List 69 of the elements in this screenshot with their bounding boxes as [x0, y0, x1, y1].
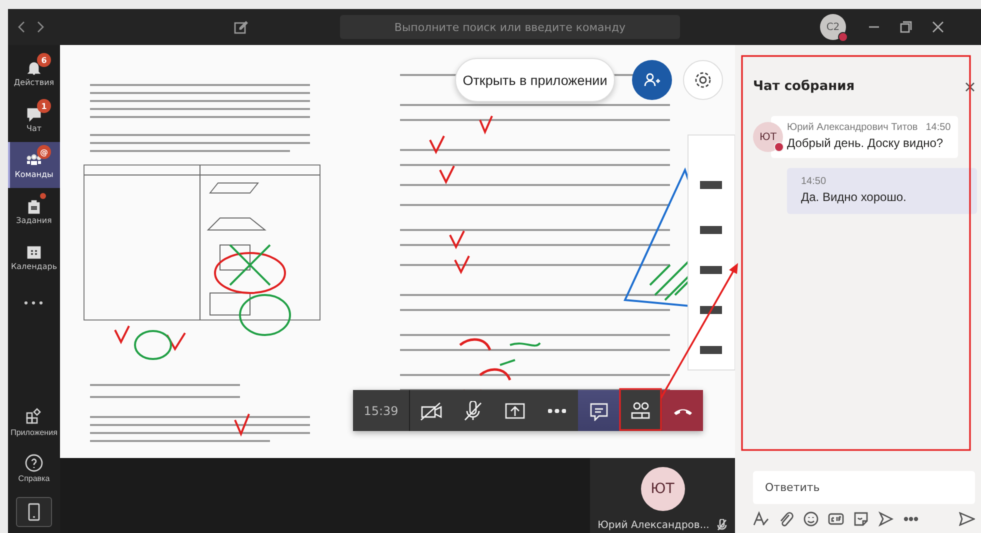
notification-badge: 6	[37, 53, 51, 67]
participant-avatar: ЮТ	[640, 467, 684, 511]
app-bar-item[interactable]: Календарь	[8, 234, 60, 280]
backpack-icon	[26, 198, 42, 214]
help-icon	[25, 454, 43, 472]
call-duration: 15:39	[353, 390, 410, 431]
chat-button[interactable]	[578, 390, 620, 431]
hang-up-button[interactable]	[662, 390, 703, 431]
phone-icon	[674, 406, 692, 414]
message-text: Да. Видно хорошо.	[801, 190, 906, 204]
restore-icon[interactable]	[900, 21, 912, 33]
attach-button[interactable]	[778, 511, 794, 527]
more-icon	[548, 408, 566, 412]
annotation-frame	[619, 388, 662, 431]
paperclip-icon	[778, 511, 794, 527]
emoji-button[interactable]	[803, 511, 819, 527]
calendar-icon	[26, 244, 42, 260]
message-time: 14:50	[801, 176, 826, 187]
bell-icon	[26, 60, 42, 76]
reply-field[interactable]: Ответить	[753, 471, 975, 504]
more-apps-button[interactable]: •••	[8, 280, 60, 326]
person-add-icon	[643, 71, 661, 89]
people-icon	[26, 152, 42, 168]
meet-now-button[interactable]	[878, 511, 894, 527]
sticker-button[interactable]	[853, 511, 869, 527]
sender-avatar: ЮТ	[753, 122, 783, 152]
format-icon	[753, 511, 769, 527]
presence-dot	[774, 142, 784, 152]
sticker-icon	[853, 511, 869, 527]
send-arrow-icon	[878, 511, 894, 527]
settings-icon	[694, 71, 712, 89]
message-author: Юрий Александрович Титов	[787, 122, 918, 133]
panel-title: Чат собрания	[753, 79, 855, 94]
message-time: 14:50	[926, 122, 951, 133]
format-button[interactable]	[753, 511, 769, 527]
back-icon[interactable]	[18, 21, 26, 33]
presence-dot	[838, 32, 848, 42]
forward-icon[interactable]	[36, 21, 44, 33]
gif-button[interactable]	[828, 511, 844, 527]
close-icon	[965, 82, 975, 92]
notification-badge: @	[37, 145, 51, 159]
apps-icon	[25, 408, 43, 426]
app-bar-item[interactable]: Действия 6	[8, 50, 60, 96]
app-bar-item[interactable]: Справка	[8, 445, 60, 491]
app-bar-item[interactable]: Команды @	[8, 142, 60, 188]
search-field[interactable]: Выполните поиск или введите команду	[340, 15, 680, 39]
device-button[interactable]	[16, 497, 52, 527]
emoji-icon	[803, 511, 819, 527]
gif-icon	[828, 511, 844, 527]
app-bar-item[interactable]: Чат 1	[8, 96, 60, 142]
share-screen-icon	[504, 400, 526, 420]
chat-icon	[26, 106, 42, 122]
app-bar-item[interactable]: Приложения	[8, 399, 60, 445]
close-button[interactable]	[965, 82, 975, 92]
notification-badge: 1	[37, 99, 51, 113]
people-icon	[630, 400, 652, 420]
participant-name: Юрий Александров...	[598, 520, 710, 530]
app-bar-item[interactable]: Задания	[8, 188, 60, 234]
close-icon[interactable]	[932, 21, 944, 33]
send-icon	[959, 512, 975, 526]
mic-off-icon	[462, 400, 484, 420]
phone-icon	[26, 503, 42, 521]
user-avatar[interactable]: C2	[820, 14, 846, 40]
chat-icon	[588, 400, 610, 420]
compose-icon[interactable]	[234, 20, 248, 34]
open-in-app-button[interactable]: Открыть в приложении	[455, 58, 615, 102]
camera-off-icon	[420, 400, 442, 420]
message-text: Добрый день. Доску видно?	[787, 136, 944, 150]
send-button[interactable]	[959, 512, 975, 526]
